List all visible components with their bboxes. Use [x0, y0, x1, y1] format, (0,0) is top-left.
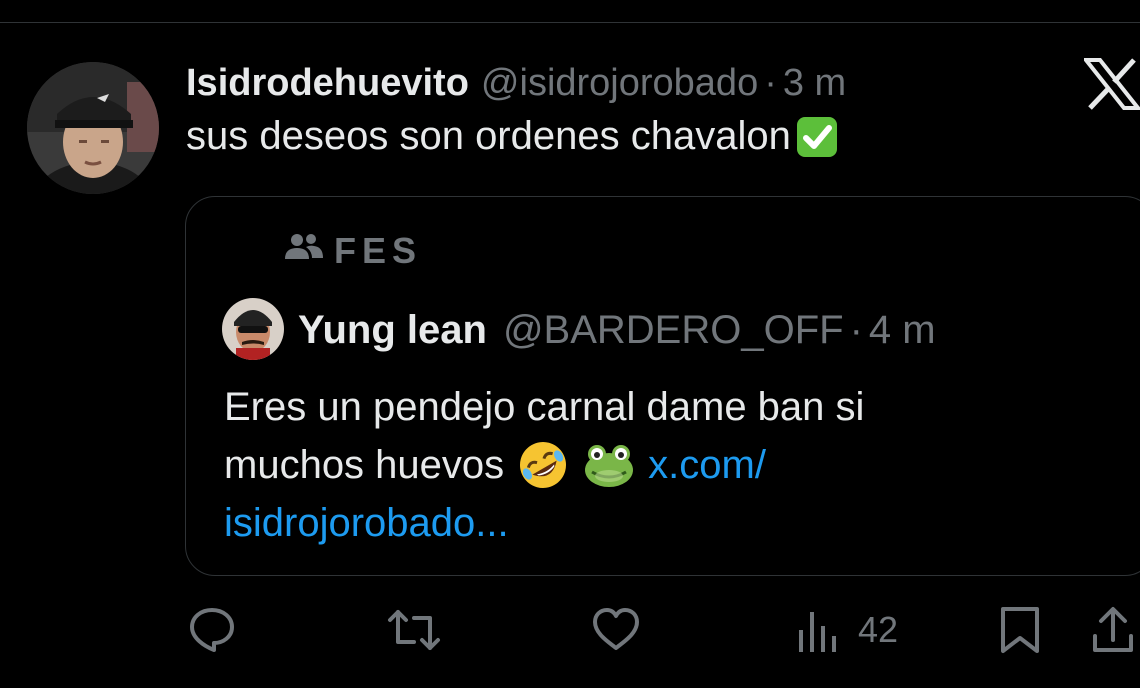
views-count: 42 [858, 609, 899, 650]
heart-icon [590, 604, 642, 656]
post-text-container: sus deseos son ordenes chavalon [186, 114, 839, 159]
repost-icon [386, 604, 442, 656]
share-button[interactable] [1090, 600, 1136, 660]
quoted-author-display-name[interactable]: Yung lean [298, 308, 487, 353]
rolling-on-floor-laughing-emoji [516, 438, 570, 492]
quoted-post-timestamp[interactable]: 4 m [869, 308, 936, 353]
bookmark-button[interactable] [998, 600, 1042, 660]
community-label[interactable]: FES [284, 230, 422, 272]
author-avatar[interactable] [27, 62, 159, 194]
frog-face-emoji [582, 438, 636, 492]
like-button[interactable] [590, 600, 642, 660]
quoted-text-line-2: muchos huevos x.com/ [224, 436, 984, 494]
quoted-link-part-2[interactable]: isidrojorobado... [224, 494, 509, 552]
quoted-text-line-3: isidrojorobado... [224, 494, 984, 552]
author-handle[interactable]: @isidrojorobado [481, 62, 758, 105]
check-mark-button-emoji [795, 115, 839, 159]
post-header: Isidrodehuevito @isidrojorobado · 3 m [186, 56, 846, 110]
separator-dot: · [849, 307, 863, 352]
quoted-post-text: Eres un pendejo carnal dame ban si mucho… [224, 378, 984, 552]
quoted-post-header: Yung lean @BARDERO_OFF · 4 m [298, 304, 936, 356]
views-button[interactable]: 42 [796, 600, 898, 660]
quoted-author-avatar[interactable] [222, 298, 284, 360]
quoted-text-part-2: muchos huevos [224, 443, 505, 487]
views-icon [796, 604, 840, 656]
author-display-name[interactable]: Isidrodehuevito [186, 62, 469, 105]
top-divider [0, 22, 1140, 23]
community-icon [284, 230, 334, 272]
quoted-link-part-1[interactable]: x.com/ [648, 436, 766, 494]
reply-icon [186, 604, 238, 656]
quoted-author-handle[interactable]: @BARDERO_OFF [503, 308, 844, 353]
action-bar: 42 [0, 600, 1140, 660]
share-icon [1090, 604, 1136, 656]
repost-button[interactable] [386, 600, 442, 660]
quoted-text-line-1: Eres un pendejo carnal dame ban si [224, 378, 984, 436]
community-name: FES [334, 230, 423, 271]
bookmark-icon [998, 604, 1042, 656]
quoted-text-part-1: Eres un pendejo carnal dame ban si [224, 385, 865, 429]
post-timestamp[interactable]: 3 m [783, 62, 846, 105]
post-text: sus deseos son ordenes chavalon [186, 114, 791, 158]
reply-button[interactable] [186, 600, 238, 660]
x-logo-icon [1081, 58, 1140, 110]
separator-dot: · [764, 61, 777, 104]
